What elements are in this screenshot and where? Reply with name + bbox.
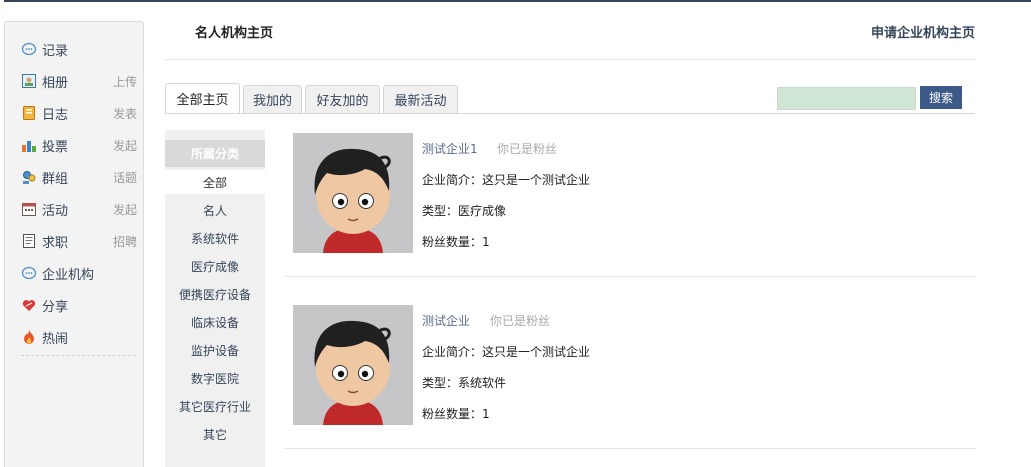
sidebar-item-blog[interactable]: 日志 发表 [21,103,137,123]
notebook-icon [21,105,37,121]
sidebar-item-label: 相册 [42,75,69,91]
sidebar-item-label: 记录 [42,43,69,59]
enterprise-avatar[interactable] [293,133,413,253]
sidebar-item-jobs[interactable]: 求职 招聘 [21,231,137,251]
apply-enterprise-page-link[interactable]: 申请企业机构主页 [871,22,975,41]
enterprise-fan-count: 粉丝数量：1 [422,235,490,249]
category-item-other[interactable]: 其它 [165,422,265,446]
sidebar-item-event[interactable]: 活动 发起 [21,199,137,219]
category-item-monitoring-devices[interactable]: 监护设备 [165,338,265,362]
category-item-other-medical[interactable]: 其它医疗行业 [165,394,265,418]
chat-bubble-icon [21,41,37,57]
search-input[interactable] [777,87,916,110]
tab-latest-activity[interactable]: 最新活动 [383,85,458,113]
sidebar-item-label: 企业机构 [42,267,95,283]
photo-icon [21,73,37,89]
tab-baseline [165,113,975,114]
enterprise-type: 类型：医疗成像 [422,204,507,218]
category-item-celebrity[interactable]: 名人 [165,198,265,222]
group-icon [21,169,37,185]
category-item-clinical-devices[interactable]: 临床设备 [165,310,265,334]
top-border [4,0,1031,2]
heart-share-icon [21,297,37,313]
category-item-digital-hospital[interactable]: 数字医院 [165,366,265,390]
enterprise-name-link[interactable]: 测试企业 [422,312,470,329]
header-divider [165,59,975,60]
chat-bubble-icon [21,265,37,281]
sidebar-action-upload[interactable]: 上传 [113,73,137,90]
sidebar-action-start[interactable]: 发起 [113,137,137,154]
sidebar-item-enterprise[interactable]: 企业机构 [21,263,137,283]
sidebar-item-label: 分享 [42,299,69,315]
sidebar-divider [21,355,136,356]
sidebar-item-hot[interactable]: 热闹 [21,327,137,347]
enterprise-name-link[interactable]: 测试企业1 [422,140,478,157]
entry-divider [285,276,975,277]
sidebar-item-records[interactable]: 记录 [21,39,137,59]
enterprise-intro: 企业简介：这只是一个测试企业 [422,345,591,359]
tab-all-pages[interactable]: 全部主页 [165,83,240,113]
enterprise-type: 类型：系统软件 [422,376,507,390]
sidebar-item-share[interactable]: 分享 [21,295,137,315]
document-icon [21,233,37,249]
category-heading: 所属分类 [165,140,265,167]
entry-divider [285,448,975,449]
tab-friends[interactable]: 好友加的 [305,85,380,113]
sidebar-item-label: 群组 [42,171,69,187]
sidebar-item-label: 投票 [42,139,69,155]
sidebar-action-start[interactable]: 发起 [113,201,137,218]
enterprise-avatar[interactable] [293,305,413,425]
sidebar-item-label: 日志 [42,107,69,123]
search-button[interactable]: 搜索 [920,86,962,109]
category-item-system-software[interactable]: 系统软件 [165,226,265,250]
fire-icon [21,329,37,345]
category-item-medical-imaging[interactable]: 医疗成像 [165,254,265,278]
category-item-portable-devices[interactable]: 便携医疗设备 [165,282,265,306]
sidebar-item-label: 求职 [42,235,69,251]
enterprise-intro: 企业简介：这只是一个测试企业 [422,173,591,187]
sidebar-action-recruit[interactable]: 招聘 [113,233,137,250]
sidebar-item-label: 活动 [42,203,69,219]
fan-status: 你已是粉丝 [497,142,558,156]
calendar-icon [21,201,37,217]
fan-status: 你已是粉丝 [490,314,551,328]
sidebar-item-label: 热闹 [42,331,69,347]
enterprise-fan-count: 粉丝数量：1 [422,407,490,421]
sidebar-item-group[interactable]: 群组 话题 [21,167,137,187]
tab-mine[interactable]: 我加的 [243,85,302,113]
page-title: 名人机构主页 [195,26,274,41]
sidebar-action-post[interactable]: 发表 [113,105,137,122]
sidebar-item-vote[interactable]: 投票 发起 [21,135,137,155]
left-sidebar: 记录 相册 上传 日志 发表 投票 发起 群组 话题 活动 发起 求职 招聘 企… [4,21,144,467]
category-panel: 所属分类 全部 名人 系统软件 医疗成像 便携医疗设备 临床设备 监护设备 数字… [165,130,265,467]
sidebar-item-album[interactable]: 相册 上传 [21,71,137,91]
sidebar-action-topic[interactable]: 话题 [113,169,137,186]
category-item-all[interactable]: 全部 [165,170,265,194]
bar-chart-icon [21,137,37,153]
